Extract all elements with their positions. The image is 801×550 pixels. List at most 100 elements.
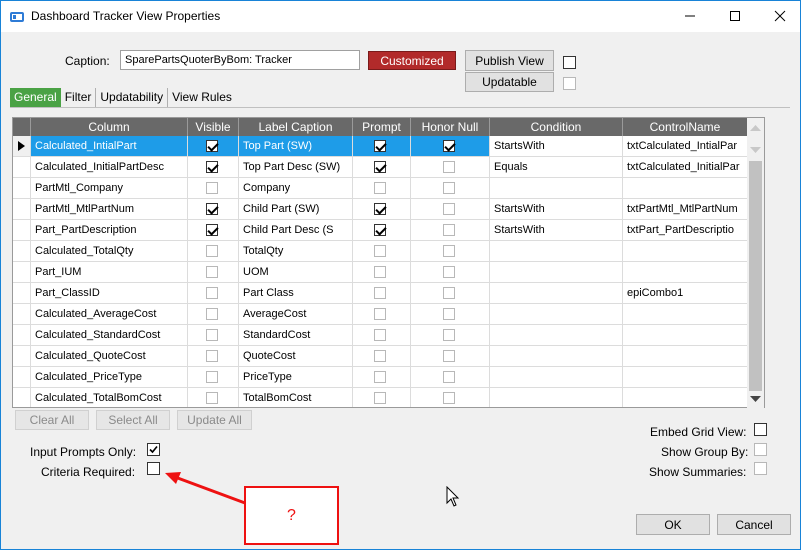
cell-label-caption[interactable]: Part Class — [239, 283, 353, 304]
cell-honor-null-checkbox[interactable] — [443, 329, 455, 341]
table-row[interactable]: PartMtl_MtlPartNum Child Part (SW) StartsW… — [13, 199, 748, 220]
cell-column[interactable]: Calculated_StandardCost — [31, 325, 188, 346]
update-all-button[interactable]: Update All — [177, 410, 252, 430]
cancel-button[interactable]: Cancel — [717, 514, 791, 535]
cell-condition[interactable] — [490, 346, 623, 367]
cell-visible[interactable] — [188, 346, 239, 367]
cell-honor-null-checkbox[interactable] — [443, 224, 455, 236]
cell-control-name[interactable] — [623, 262, 748, 283]
cell-visible-checkbox[interactable] — [206, 329, 218, 341]
cell-prompt-checkbox[interactable] — [374, 350, 386, 362]
cell-prompt-checkbox[interactable] — [374, 392, 386, 404]
cell-honor-null[interactable] — [411, 304, 490, 325]
cell-prompt-checkbox[interactable] — [374, 287, 386, 299]
cell-visible-checkbox[interactable] — [206, 140, 218, 152]
cell-condition[interactable]: StartsWith — [490, 220, 623, 241]
show-summaries-checkbox[interactable] — [754, 462, 767, 475]
cell-control-name[interactable] — [623, 241, 748, 262]
cell-prompt-checkbox[interactable] — [374, 308, 386, 320]
cell-condition[interactable] — [490, 262, 623, 283]
row-selector[interactable] — [13, 367, 31, 388]
cell-visible-checkbox[interactable] — [206, 371, 218, 383]
cell-visible-checkbox[interactable] — [206, 266, 218, 278]
row-selector[interactable] — [13, 241, 31, 262]
cell-visible[interactable] — [188, 157, 239, 178]
cell-visible[interactable] — [188, 136, 239, 157]
cell-prompt-checkbox[interactable] — [374, 329, 386, 341]
cell-honor-null[interactable] — [411, 346, 490, 367]
table-row[interactable]: Part_IUM UOM — [13, 262, 748, 283]
cell-visible-checkbox[interactable] — [206, 161, 218, 173]
cell-prompt[interactable] — [353, 388, 411, 407]
header-label-caption[interactable]: Label Caption — [239, 118, 353, 136]
cell-condition[interactable]: StartsWith — [490, 136, 623, 157]
cell-honor-null-checkbox[interactable] — [443, 161, 455, 173]
tab-general[interactable]: General — [10, 88, 61, 107]
cell-visible-checkbox[interactable] — [206, 203, 218, 215]
cell-condition[interactable] — [490, 241, 623, 262]
cell-prompt[interactable] — [353, 304, 411, 325]
cell-honor-null-checkbox[interactable] — [443, 182, 455, 194]
cell-condition[interactable]: StartsWith — [490, 199, 623, 220]
close-button[interactable] — [757, 1, 801, 31]
input-prompts-only-checkbox[interactable] — [147, 443, 160, 456]
ok-button[interactable]: OK — [636, 514, 710, 535]
cell-honor-null[interactable] — [411, 220, 490, 241]
maximize-button[interactable] — [712, 1, 757, 31]
cell-prompt[interactable] — [353, 346, 411, 367]
cell-condition[interactable] — [490, 178, 623, 199]
cell-honor-null[interactable] — [411, 178, 490, 199]
table-row[interactable]: Calculated_InitialPartDesc Top Part Desc … — [13, 157, 748, 178]
table-row[interactable]: Calculated_TotalQty TotalQty — [13, 241, 748, 262]
cell-prompt[interactable] — [353, 220, 411, 241]
cell-prompt[interactable] — [353, 199, 411, 220]
cell-honor-null[interactable] — [411, 157, 490, 178]
cell-label-caption[interactable]: TotalBomCost — [239, 388, 353, 407]
cell-prompt-checkbox[interactable] — [374, 371, 386, 383]
cell-prompt[interactable] — [353, 283, 411, 304]
cell-honor-null-checkbox[interactable] — [443, 371, 455, 383]
show-group-by-checkbox[interactable] — [754, 443, 767, 456]
cell-control-name[interactable] — [623, 367, 748, 388]
row-selector[interactable] — [13, 283, 31, 304]
cell-column[interactable]: Calculated_PriceType — [31, 367, 188, 388]
publish-view-checkbox[interactable] — [563, 56, 576, 69]
customized-button[interactable]: Customized — [368, 51, 456, 70]
cell-label-caption[interactable]: QuoteCost — [239, 346, 353, 367]
table-row[interactable]: Calculated_IntialPart Top Part (SW) Starts… — [13, 136, 748, 157]
table-row[interactable]: Part_PartDescription Child Part Desc (S St… — [13, 220, 748, 241]
cell-condition[interactable] — [490, 388, 623, 407]
updatable-button[interactable]: Updatable — [465, 72, 554, 92]
table-row[interactable]: Calculated_TotalBomCost TotalBomCost — [13, 388, 748, 407]
cell-prompt-checkbox[interactable] — [374, 224, 386, 236]
row-selector[interactable] — [13, 325, 31, 346]
cell-honor-null[interactable] — [411, 262, 490, 283]
table-row[interactable]: PartMtl_Company Company — [13, 178, 748, 199]
cell-honor-null[interactable] — [411, 136, 490, 157]
cell-control-name[interactable] — [623, 346, 748, 367]
cell-control-name[interactable]: txtCalculated_IntialPar — [623, 136, 748, 157]
table-row[interactable]: Part_ClassID Part Class epiCombo1 — [13, 283, 748, 304]
cell-label-caption[interactable]: UOM — [239, 262, 353, 283]
cell-honor-null-checkbox[interactable] — [443, 308, 455, 320]
cell-control-name[interactable] — [623, 388, 748, 407]
row-selector[interactable] — [13, 304, 31, 325]
cell-label-caption[interactable]: Top Part (SW) — [239, 136, 353, 157]
cell-visible[interactable] — [188, 220, 239, 241]
cell-visible-checkbox[interactable] — [206, 308, 218, 320]
cell-control-name[interactable]: txtCalculated_InitialPar — [623, 157, 748, 178]
caption-input[interactable]: SparePartsQuoterByBom: Tracker — [120, 50, 360, 70]
cell-control-name[interactable]: txtPartMtl_MtlPartNum — [623, 199, 748, 220]
cell-condition[interactable] — [490, 283, 623, 304]
cell-prompt[interactable] — [353, 136, 411, 157]
cell-visible-checkbox[interactable] — [206, 350, 218, 362]
cell-control-name[interactable] — [623, 304, 748, 325]
cell-column[interactable]: Part_ClassID — [31, 283, 188, 304]
criteria-required-checkbox[interactable] — [147, 462, 160, 475]
cell-visible-checkbox[interactable] — [206, 245, 218, 257]
cell-column[interactable]: Calculated_IntialPart — [31, 136, 188, 157]
embed-grid-view-checkbox[interactable] — [754, 423, 767, 436]
cell-visible-checkbox[interactable] — [206, 287, 218, 299]
tab-filter[interactable]: Filter — [61, 88, 97, 107]
cell-honor-null-checkbox[interactable] — [443, 350, 455, 362]
